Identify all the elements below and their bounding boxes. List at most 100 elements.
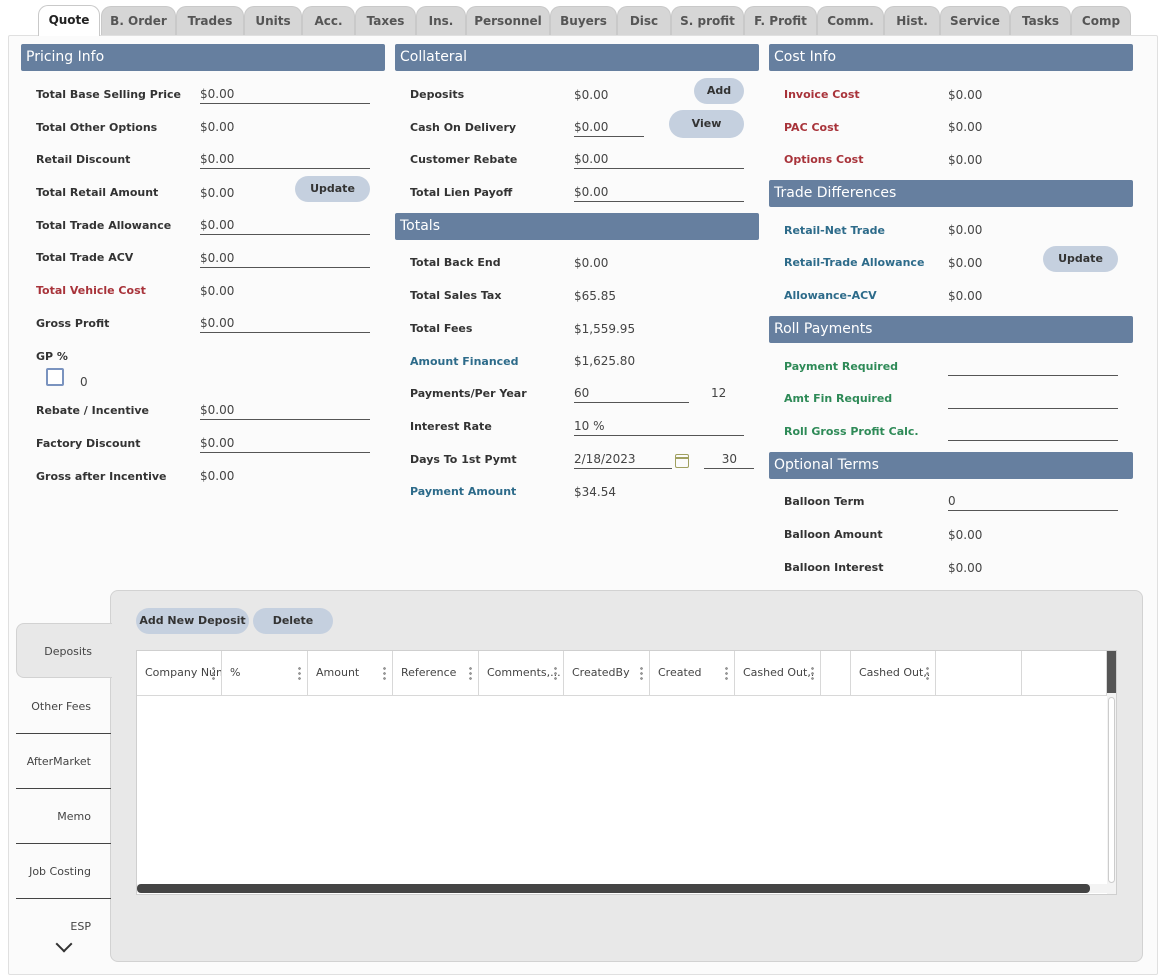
column-menu-icon[interactable] [383,666,386,680]
column-menu-icon[interactable] [640,666,643,680]
pac-cost-value: $0.00 [948,120,983,134]
options-cost-value: $0.00 [948,153,983,167]
retail-trade-allowance-label[interactable]: Retail-Trade Allowance [784,256,924,269]
column-menu-icon[interactable] [926,666,929,680]
column-menu-icon[interactable] [212,666,215,680]
side-tab-aftermarket[interactable]: AfterMarket [16,734,111,789]
column-comments[interactable]: Comments,... [479,651,564,695]
tab-hist[interactable]: Hist. [884,6,940,36]
tab-comp[interactable]: Comp [1071,6,1131,36]
payment-amount-label[interactable]: Payment Amount [410,485,516,498]
vertical-scrollbar[interactable] [1107,651,1116,894]
days-input[interactable]: 30 [704,452,754,469]
column-company-num[interactable]: Company Num [137,651,222,695]
horizontal-scrollbar[interactable] [137,884,1107,893]
gp-percent-checkbox[interactable] [46,368,64,386]
total-trade-acv-input[interactable]: $0.00 [200,251,370,268]
allowance-acv-label[interactable]: Allowance-ACV [784,289,877,302]
cash-on-delivery-input[interactable]: $0.00 [574,120,644,137]
total-trade-allowance-label: Total Trade Allowance [36,219,172,232]
column-created-by[interactable]: CreatedBy [564,651,650,695]
roll-gross-profit-input[interactable] [948,424,1118,441]
gross-profit-input[interactable]: $0.00 [200,316,370,333]
tab-personnel[interactable]: Personnel [466,6,550,36]
rebate-incentive-input[interactable]: $0.00 [200,403,370,420]
gross-after-incentive-label: Gross after Incentive [36,470,167,483]
side-tab-deposits[interactable]: Deposits [16,623,112,678]
tab-trades[interactable]: Trades [176,6,244,36]
amount-financed-value: $1,625.80 [574,354,636,368]
trade-update-button[interactable]: Update [1043,246,1118,272]
tab-service[interactable]: Service [940,6,1010,36]
amt-fin-required-input[interactable] [948,392,1118,409]
column-menu-icon[interactable] [298,666,301,680]
side-tab-job-costing[interactable]: Job Costing [16,844,111,899]
vertical-scroll-thumb[interactable] [1107,651,1116,693]
column-menu-icon[interactable] [469,666,472,680]
column-menu-icon[interactable] [725,666,728,680]
column-empty-1 [821,651,851,695]
add-deposit-button[interactable]: Add [694,78,744,104]
horizontal-scroll-thumb[interactable] [137,884,1090,893]
tab-quote[interactable]: Quote [38,5,100,36]
tab-s-profit[interactable]: S. profit [671,6,744,36]
total-back-end-value: $0.00 [574,256,609,270]
total-trade-allowance-input[interactable]: $0.00 [200,218,370,235]
column-menu-icon[interactable] [811,666,814,680]
tab-comm[interactable]: Comm. [817,6,884,36]
total-fees-value: $1,559.95 [574,322,636,336]
allowance-acv-value: $0.00 [948,289,983,303]
delete-button[interactable]: Delete [253,608,333,634]
balloon-term-input[interactable]: 0 [948,494,1118,511]
add-new-deposit-button[interactable]: Add New Deposit [136,608,249,634]
payment-required-label[interactable]: Payment Required [784,360,898,373]
amount-financed-label[interactable]: Amount Financed [410,355,519,368]
column-cashed-out-2[interactable]: Cashed Out,. [851,651,936,695]
retail-net-trade-label[interactable]: Retail-Net Trade [784,224,885,237]
tab-acc[interactable]: Acc. [302,6,355,36]
interest-rate-label: Interest Rate [410,420,492,433]
total-sales-tax-label: Total Sales Tax [410,289,502,302]
column-reference[interactable]: Reference [393,651,479,695]
column-percent[interactable]: % [222,651,308,695]
per-year-value: 12 [711,386,727,400]
tab-b-order[interactable]: B. Order [101,6,176,36]
side-tab-memo[interactable]: Memo [16,789,111,844]
tab-ins[interactable]: Ins. [416,6,466,36]
total-sales-tax-value: $65.85 [574,289,616,303]
column-amount[interactable]: Amount [308,651,393,695]
balloon-interest-label: Balloon Interest [784,561,884,574]
interest-rate-input[interactable]: 10 % [574,419,744,436]
view-button[interactable]: View [669,110,744,138]
total-lien-payoff-label: Total Lien Payoff [410,186,513,199]
tab-buyers[interactable]: Buyers [550,6,617,36]
total-lien-payoff-input[interactable]: $0.00 [574,185,744,202]
pricing-update-button[interactable]: Update [295,176,370,202]
balloon-amount-label: Balloon Amount [784,528,883,541]
column-created[interactable]: Created [650,651,735,695]
days-to-first-pymt-label: Days To 1st Pymt [410,453,517,466]
column-menu-icon[interactable] [554,666,557,680]
first-pymt-date-input[interactable]: 2/18/2023 [574,452,672,469]
payment-required-input[interactable] [948,359,1118,376]
tab-units[interactable]: Units [244,6,302,36]
payments-input[interactable]: 60 [574,386,689,403]
column-cashed-out-1[interactable]: Cashed Out,. [735,651,821,695]
header-divider [137,695,1107,696]
total-base-selling-price-input[interactable]: $0.00 [200,87,370,104]
factory-discount-label: Factory Discount [36,437,141,450]
retail-discount-input[interactable]: $0.00 [200,152,370,169]
deposits-value: $0.00 [574,88,609,102]
calendar-icon[interactable] [675,454,689,468]
trade-differences-header: Trade Differences [769,180,1133,207]
customer-rebate-input[interactable]: $0.00 [574,152,744,169]
roll-gross-profit-label[interactable]: Roll Gross Profit Calc. [784,425,919,438]
side-tab-other-fees[interactable]: Other Fees [16,679,111,734]
amt-fin-required-label[interactable]: Amt Fin Required [784,392,892,405]
tab-taxes[interactable]: Taxes [355,6,416,36]
tab-f-profit[interactable]: F. Profit [744,6,817,36]
tab-tasks[interactable]: Tasks [1010,6,1071,36]
total-other-options-value: $0.00 [200,120,235,134]
tab-disc[interactable]: Disc [617,6,671,36]
factory-discount-input[interactable]: $0.00 [200,436,370,453]
